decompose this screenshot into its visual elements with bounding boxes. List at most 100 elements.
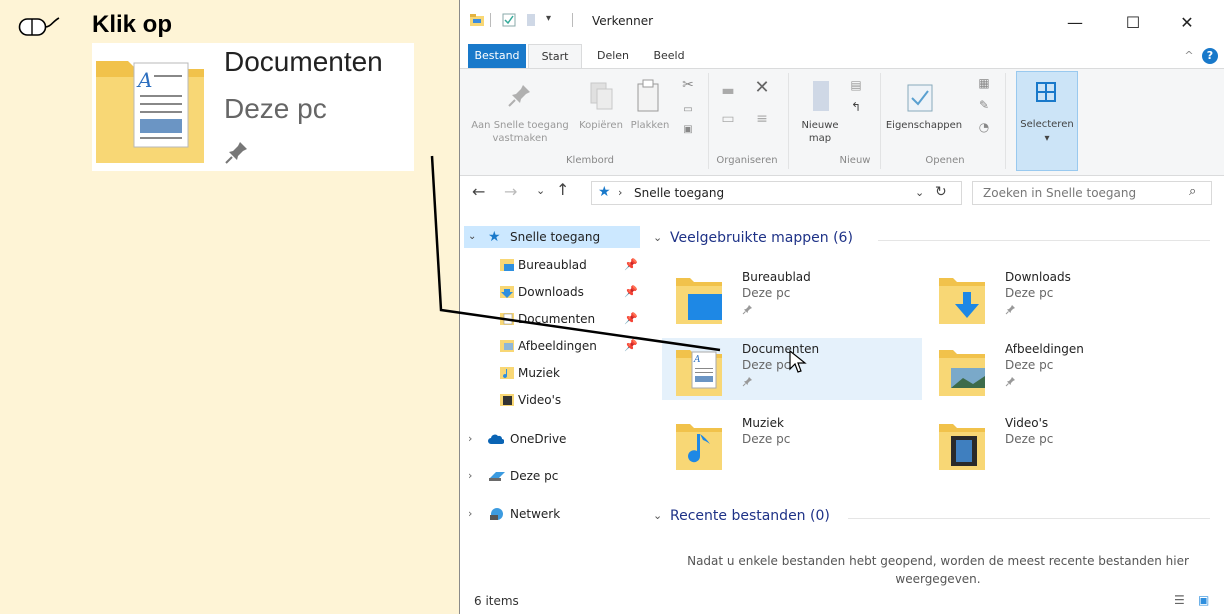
- collapse-section-icon[interactable]: ⌄: [653, 509, 662, 522]
- tab-beeld[interactable]: Beeld: [644, 44, 694, 68]
- edit-icon[interactable]: ✎: [974, 99, 994, 112]
- pin-to-quick-access-button[interactable]: Aan Snelle toegang vastmaken: [466, 119, 574, 145]
- section-divider: [848, 518, 1210, 519]
- item-count: 6 items: [474, 594, 519, 608]
- rename-icon[interactable]: ≡: [750, 112, 774, 126]
- ribbon-separator: [880, 73, 881, 169]
- chevron-down-icon: ▾: [1044, 133, 1050, 144]
- computer-icon: [489, 472, 505, 481]
- group-openen: Openen: [925, 155, 965, 166]
- search-input[interactable]: Zoeken in Snelle toegang ⌕: [972, 181, 1212, 205]
- pin-icon[interactable]: 📌: [624, 335, 638, 357]
- up-icon[interactable]: ↑: [556, 180, 569, 199]
- tab-bestand[interactable]: Bestand: [468, 44, 526, 68]
- folder-tile-afbeeldingen[interactable]: Afbeeldingen Deze pc: [925, 338, 1185, 400]
- sidebar-item-bureaublad[interactable]: Bureaublad 📌: [500, 254, 640, 276]
- address-bar-row: ← → ⌄ ↑ ★ › Snelle toegang ⌄ ↻ Zoeken in…: [460, 176, 1224, 210]
- select-button[interactable]: Selecteren ▾: [1016, 71, 1078, 171]
- group-nieuw: Nieuw: [839, 155, 871, 166]
- tab-start[interactable]: Start: [528, 44, 582, 69]
- chevron-right-icon[interactable]: ›: [468, 465, 472, 487]
- title-separator: [572, 13, 573, 27]
- downloads-folder-icon: [939, 278, 985, 324]
- easy-access-icon[interactable]: ↰: [846, 101, 866, 114]
- sidebar-item-documenten[interactable]: Documenten 📌: [500, 308, 640, 330]
- close-button[interactable]: ✕: [1172, 10, 1202, 34]
- new-folder-button[interactable]: Nieuwe map: [790, 119, 850, 145]
- select-label: Selecteren: [1020, 119, 1074, 130]
- maximize-button[interactable]: ☐: [1118, 10, 1148, 34]
- zoom-folder-name: Documenten: [224, 46, 383, 77]
- move-to-icon[interactable]: ▬: [716, 84, 740, 98]
- sidebar-item-this-pc[interactable]: › Deze pc: [468, 465, 638, 487]
- recent-locations-icon[interactable]: ⌄: [536, 184, 545, 197]
- pin-icon[interactable]: 📌: [624, 281, 638, 303]
- collapse-section-icon[interactable]: ⌄: [653, 231, 662, 244]
- minimize-button[interactable]: —: [1060, 10, 1090, 34]
- qa-separator: [490, 13, 491, 27]
- desktop-folder-icon: [500, 259, 514, 271]
- folder-tile-downloads[interactable]: Downloads Deze pc: [925, 266, 1185, 328]
- sidebar-item-downloads[interactable]: Downloads 📌: [500, 281, 640, 303]
- back-icon[interactable]: ←: [472, 182, 485, 201]
- properties-icon[interactable]: [502, 13, 516, 27]
- paste-shortcut-icon[interactable]: ▣: [680, 123, 696, 136]
- delete-icon[interactable]: ✕: [750, 79, 774, 97]
- videos-folder-icon: [500, 394, 514, 406]
- cut-icon[interactable]: ✂: [680, 78, 696, 92]
- documents-folder-icon: [500, 313, 514, 325]
- copy-icon: [590, 82, 613, 110]
- folder-tile-videos[interactable]: Video's Deze pc: [925, 412, 1185, 474]
- folder-location: Deze pc: [1005, 286, 1054, 300]
- group-klembord: Klembord: [566, 155, 614, 166]
- ribbon-tabs: Bestand Start Delen Beeld ^ ?: [460, 44, 1224, 69]
- copy-button[interactable]: Kopiëren: [575, 119, 627, 132]
- sidebar-item-network[interactable]: › Netwerk: [468, 503, 638, 525]
- sidebar-item-muziek[interactable]: Muziek: [500, 362, 640, 384]
- downloads-folder-icon: [500, 286, 514, 298]
- folder-icon: [470, 14, 484, 26]
- pin-icon[interactable]: 📌: [624, 308, 638, 330]
- folder-tile-bureaublad[interactable]: Bureaublad Deze pc: [662, 266, 922, 328]
- chevron-right-icon[interactable]: ›: [468, 428, 472, 450]
- folder-location: Deze pc: [742, 286, 791, 300]
- folder-name: Bureaublad: [742, 270, 811, 284]
- address-dropdown-icon[interactable]: ⌄: [915, 186, 924, 199]
- sidebar-item-quick-access[interactable]: ⌄ ★ Snelle toegang: [464, 226, 640, 248]
- copy-to-icon[interactable]: ▭: [716, 112, 740, 126]
- properties-button[interactable]: Eigenschappen: [884, 119, 964, 132]
- new-folder-icon: [813, 81, 829, 111]
- expand-icon: ⌄: [468, 231, 477, 242]
- refresh-icon[interactable]: ↻: [935, 184, 947, 200]
- paste-button[interactable]: Plakken: [628, 119, 672, 132]
- chevron-down-icon[interactable]: ▾: [546, 13, 560, 27]
- chevron-right-icon[interactable]: ›: [468, 503, 472, 525]
- star-icon: ★: [488, 229, 501, 245]
- sidebar-item-videos[interactable]: Video's: [500, 389, 640, 411]
- large-icons-view-icon[interactable]: ▣: [1198, 593, 1209, 607]
- properties-check-icon: [907, 84, 933, 112]
- file-explorer-window: ▾ Verkenner — ☐ ✕ Bestand Start Delen Be…: [459, 0, 1224, 614]
- new-folder-qa-icon[interactable]: [524, 13, 538, 27]
- new-item-icon[interactable]: ▤: [846, 79, 866, 92]
- folder-tile-muziek[interactable]: Muziek Deze pc: [662, 412, 922, 474]
- pin-icon[interactable]: 📌: [624, 254, 638, 276]
- pin-icon: [742, 377, 752, 387]
- tab-delen[interactable]: Delen: [588, 44, 638, 68]
- open-icon[interactable]: ▦: [974, 77, 994, 90]
- details-view-icon[interactable]: ☰: [1174, 593, 1185, 607]
- sidebar-item-onedrive[interactable]: › OneDrive: [468, 428, 638, 450]
- sidebar-item-label: OneDrive: [510, 432, 567, 446]
- collapse-ribbon-icon[interactable]: ^: [1182, 44, 1196, 68]
- sidebar-item-label: Downloads: [518, 285, 584, 299]
- address-field[interactable]: ★ › Snelle toegang ⌄ ↻: [591, 181, 962, 205]
- ribbon-separator: [708, 73, 709, 169]
- sidebar-item-afbeeldingen[interactable]: Afbeeldingen 📌: [500, 335, 640, 357]
- copy-path-icon[interactable]: ▭: [680, 103, 696, 116]
- sidebar-item-label: Deze pc: [510, 469, 559, 483]
- help-icon[interactable]: ?: [1202, 48, 1218, 64]
- folder-tile-documenten[interactable]: A Documenten Deze pc: [662, 338, 922, 400]
- forward-icon[interactable]: →: [504, 182, 517, 201]
- navigation-pane: ⌄ ★ Snelle toegang Bureaublad 📌 Download…: [460, 214, 646, 588]
- history-icon[interactable]: ◔: [974, 121, 994, 134]
